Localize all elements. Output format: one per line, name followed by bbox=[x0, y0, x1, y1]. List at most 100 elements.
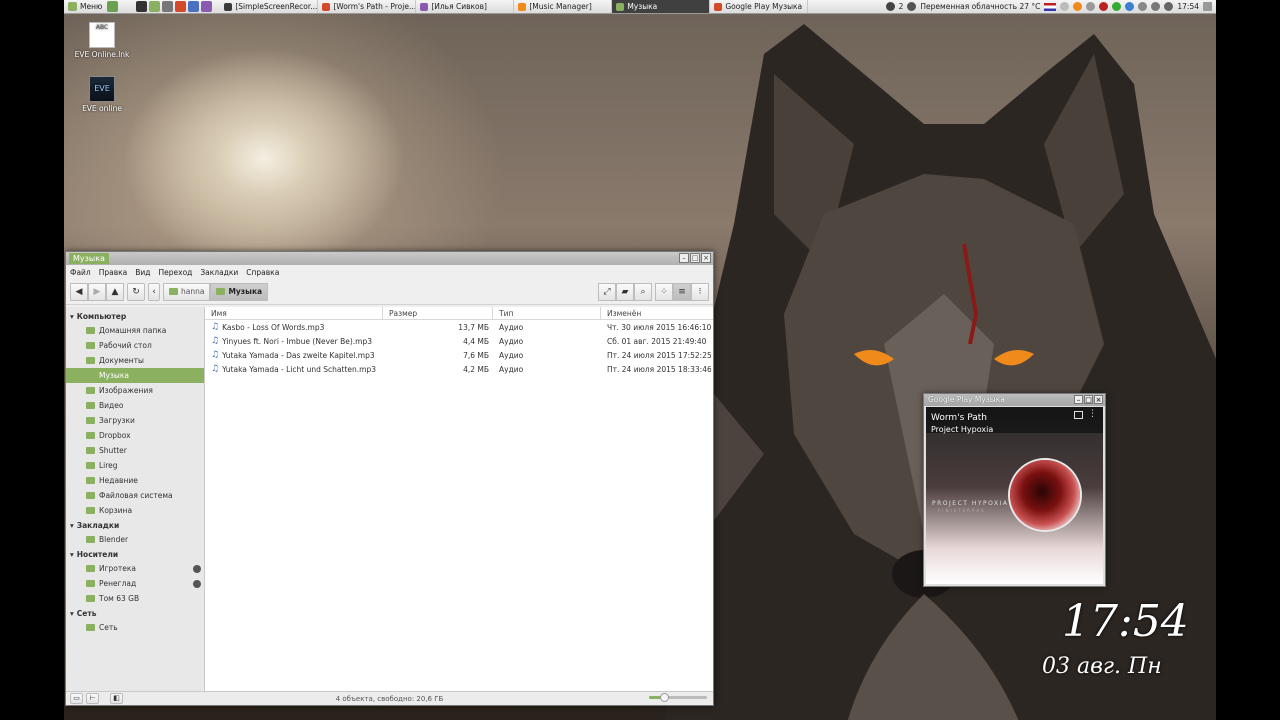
bluetooth-icon[interactable] bbox=[1164, 2, 1174, 11]
column-type[interactable]: Тип bbox=[493, 307, 601, 319]
tree-toggle-icon[interactable]: ⊢ bbox=[86, 693, 99, 704]
battery-icon[interactable] bbox=[1151, 2, 1161, 11]
search-icon[interactable]: ⌕ bbox=[634, 282, 652, 301]
sidebar-item[interactable]: Сеть bbox=[66, 620, 204, 635]
weather-icon[interactable] bbox=[907, 2, 917, 11]
desktop-icon-eve[interactable]: EVE EVE online bbox=[70, 76, 134, 113]
menu-view[interactable]: Вид bbox=[135, 268, 150, 277]
more-options-icon[interactable]: ⋮ bbox=[1088, 409, 1097, 419]
menu-bookmarks[interactable]: Закладки bbox=[200, 268, 238, 277]
zoom-slider[interactable] bbox=[649, 693, 707, 702]
power-icon[interactable] bbox=[1203, 2, 1212, 11]
menu-file[interactable]: Файл bbox=[70, 268, 91, 277]
toggle-location-icon[interactable]: ⤢ bbox=[598, 282, 616, 301]
expander-icon[interactable]: ▾ bbox=[70, 521, 74, 530]
table-row[interactable]: ♫ Yinyues ft. Nori - Imbue (Never Be).mp3… bbox=[205, 334, 713, 348]
task-worms-path[interactable]: [Worm's Path - Proje... bbox=[318, 0, 417, 13]
sidebar-item[interactable]: Shutter bbox=[66, 443, 204, 458]
expander-icon[interactable]: ▾ bbox=[70, 550, 74, 559]
crumb-music[interactable]: Музыка bbox=[210, 282, 269, 301]
sidebar-item[interactable]: Ренеглад bbox=[66, 576, 204, 591]
sidebar-item[interactable]: Музыка bbox=[66, 368, 204, 383]
chat-icon[interactable] bbox=[1138, 2, 1148, 11]
headphones-icon[interactable] bbox=[1073, 2, 1083, 11]
task-ilya-sivkov[interactable]: [Илья Сивков] bbox=[416, 0, 515, 13]
notifications-icon[interactable] bbox=[885, 2, 895, 11]
reload-button[interactable]: ↻ bbox=[127, 282, 145, 301]
sidebar-section-header[interactable]: ▾ Закладки bbox=[66, 518, 204, 532]
sidebar-item[interactable]: Файловая система bbox=[66, 488, 204, 503]
task-google-play-music[interactable]: Google Play Музыка bbox=[710, 0, 809, 13]
icon-view-icon[interactable]: ⁘ bbox=[655, 282, 673, 301]
table-row[interactable]: ♫ Kasbo - Loss Of Words.mp3 13,7 МБ Аудио Чт… bbox=[205, 320, 713, 334]
sidebar-item[interactable]: Lireg bbox=[66, 458, 204, 473]
up-button[interactable]: ▲ bbox=[106, 282, 124, 301]
column-name[interactable]: Имя bbox=[205, 307, 383, 319]
keyboard-layout-flag-icon[interactable] bbox=[1044, 2, 1057, 11]
close-button[interactable]: × bbox=[1094, 395, 1103, 404]
maximize-button[interactable]: □ bbox=[690, 253, 700, 263]
sidebar-item[interactable]: Рабочий стол bbox=[66, 338, 204, 353]
network-icon[interactable] bbox=[1086, 2, 1096, 11]
task-music-manager[interactable]: [Music Manager] bbox=[514, 0, 613, 13]
expander-icon[interactable]: ▾ bbox=[70, 312, 74, 321]
places-toggle-icon[interactable]: ▭ bbox=[70, 693, 83, 704]
sidebar-item[interactable]: Dropbox bbox=[66, 428, 204, 443]
window-titlebar[interactable]: Музыка – □ × bbox=[66, 252, 713, 265]
table-row[interactable]: ♫ Yutaka Yamada - Licht und Schatten.mp3 4… bbox=[205, 362, 713, 376]
panel-clock[interactable]: 17:54 bbox=[1177, 2, 1199, 11]
menu-help[interactable]: Справка bbox=[246, 268, 279, 277]
hide-sidebar-icon[interactable]: ◧ bbox=[110, 693, 123, 704]
expander-icon[interactable]: ▾ bbox=[70, 609, 74, 618]
maximize-button[interactable]: □ bbox=[1084, 395, 1093, 404]
sidebar-item[interactable]: Документы bbox=[66, 353, 204, 368]
expand-icon[interactable] bbox=[1074, 411, 1083, 419]
compact-view-icon[interactable]: ⁝ bbox=[691, 282, 709, 301]
back-button[interactable]: ◀ bbox=[70, 282, 88, 301]
sidebar-item[interactable]: Игротека bbox=[66, 561, 204, 576]
app-indicator-icon[interactable] bbox=[1099, 2, 1109, 11]
eject-icon[interactable] bbox=[193, 564, 201, 573]
weather-text[interactable]: Переменная облачность 27 °C bbox=[920, 2, 1040, 11]
new-folder-icon[interactable]: ▰ bbox=[616, 282, 634, 301]
forward-button[interactable]: ▶ bbox=[88, 282, 106, 301]
dropbox-icon[interactable] bbox=[1125, 2, 1135, 11]
chrome-icon[interactable] bbox=[175, 1, 187, 12]
crumb-home[interactable]: hanna bbox=[163, 282, 211, 301]
column-size[interactable]: Размер bbox=[383, 307, 493, 319]
sidebar-item[interactable]: Blender bbox=[66, 532, 204, 547]
show-desktop-icon[interactable] bbox=[107, 1, 119, 12]
close-button[interactable]: × bbox=[701, 253, 711, 263]
minimize-button[interactable]: – bbox=[1074, 395, 1083, 404]
desktop-icon-eve-lnk[interactable]: ABC EVE Online.lnk bbox=[70, 22, 134, 59]
breadcrumb-left-button[interactable]: ‹ bbox=[148, 282, 160, 301]
eject-icon[interactable] bbox=[193, 579, 201, 588]
zoom-knob[interactable] bbox=[659, 693, 669, 702]
sidebar-item[interactable]: Том 63 GB bbox=[66, 591, 204, 606]
app-icon[interactable] bbox=[201, 1, 213, 12]
sidebar-item[interactable]: Домашняя папка bbox=[66, 323, 204, 338]
sidebar-item[interactable]: Видео bbox=[66, 398, 204, 413]
menu-go[interactable]: Переход bbox=[159, 268, 193, 277]
sidebar-item[interactable]: Корзина bbox=[66, 503, 204, 518]
blender-icon[interactable] bbox=[188, 1, 200, 12]
terminal-icon[interactable] bbox=[136, 1, 148, 12]
album-art[interactable]: Worm's Path Project Hypoxia ⋮ PROJECT HY… bbox=[926, 407, 1103, 584]
column-modified[interactable]: Изменён bbox=[601, 307, 711, 319]
files-icon[interactable] bbox=[149, 1, 161, 12]
minimize-button[interactable]: – bbox=[679, 253, 689, 263]
volume-icon[interactable] bbox=[1060, 2, 1070, 11]
sidebar-item[interactable]: Изображения bbox=[66, 383, 204, 398]
task-music-folder[interactable]: Музыка bbox=[612, 0, 711, 13]
miniplayer-titlebar[interactable]: Google Play Музыка – □ × bbox=[924, 394, 1105, 406]
menu-button[interactable]: Меню bbox=[64, 0, 106, 13]
menu-edit[interactable]: Правка bbox=[99, 268, 128, 277]
sidebar-section-header[interactable]: ▾ Компьютер bbox=[66, 309, 204, 323]
update-icon[interactable] bbox=[1112, 2, 1122, 11]
sidebar-item[interactable]: Недавние bbox=[66, 473, 204, 488]
sidebar-section-header[interactable]: ▾ Носители bbox=[66, 547, 204, 561]
list-view-icon[interactable]: ≡ bbox=[673, 282, 691, 301]
table-row[interactable]: ♫ Yutaka Yamada - Das zweite Kapitel.mp3 7… bbox=[205, 348, 713, 362]
settings-icon[interactable] bbox=[162, 1, 174, 12]
sidebar-section-header[interactable]: ▾ Сеть bbox=[66, 606, 204, 620]
